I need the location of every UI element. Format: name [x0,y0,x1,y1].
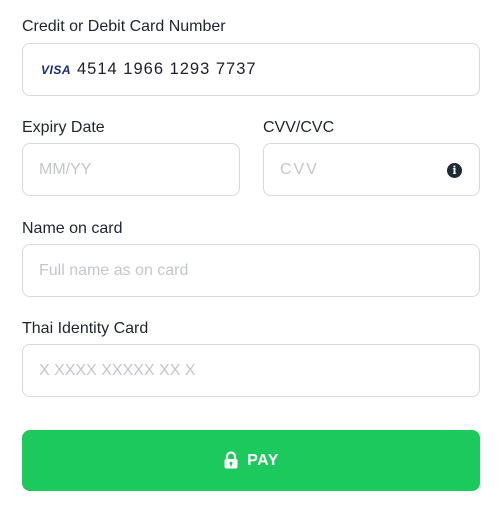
card-number-input[interactable] [77,44,457,95]
name-on-card-label: Name on card [22,220,123,237]
payment-form: Credit or Debit Card Number VISA Expiry … [0,0,503,512]
expiry-date-label: Expiry Date [22,119,105,136]
info-icon[interactable]: i [447,163,462,178]
cvv-label: CVV/CVC [263,119,335,136]
cvv-input[interactable] [280,144,430,195]
pay-button-label: PAY [247,451,279,469]
thai-id-input[interactable] [39,345,459,396]
expiry-date-field[interactable] [22,143,240,196]
cvv-field[interactable]: i [263,143,480,196]
thai-id-field[interactable] [22,344,480,397]
visa-logo-icon: VISA [41,63,72,77]
name-on-card-input[interactable] [39,245,459,296]
card-number-field[interactable]: VISA [22,43,480,96]
pay-button[interactable]: PAY [22,430,480,491]
pay-button-content: PAY [22,430,480,491]
card-number-label: Credit or Debit Card Number [22,18,226,35]
name-on-card-field[interactable] [22,244,480,297]
thai-id-label: Thai Identity Card [22,320,149,337]
lock-icon [224,450,238,468]
expiry-date-input[interactable] [39,144,229,195]
